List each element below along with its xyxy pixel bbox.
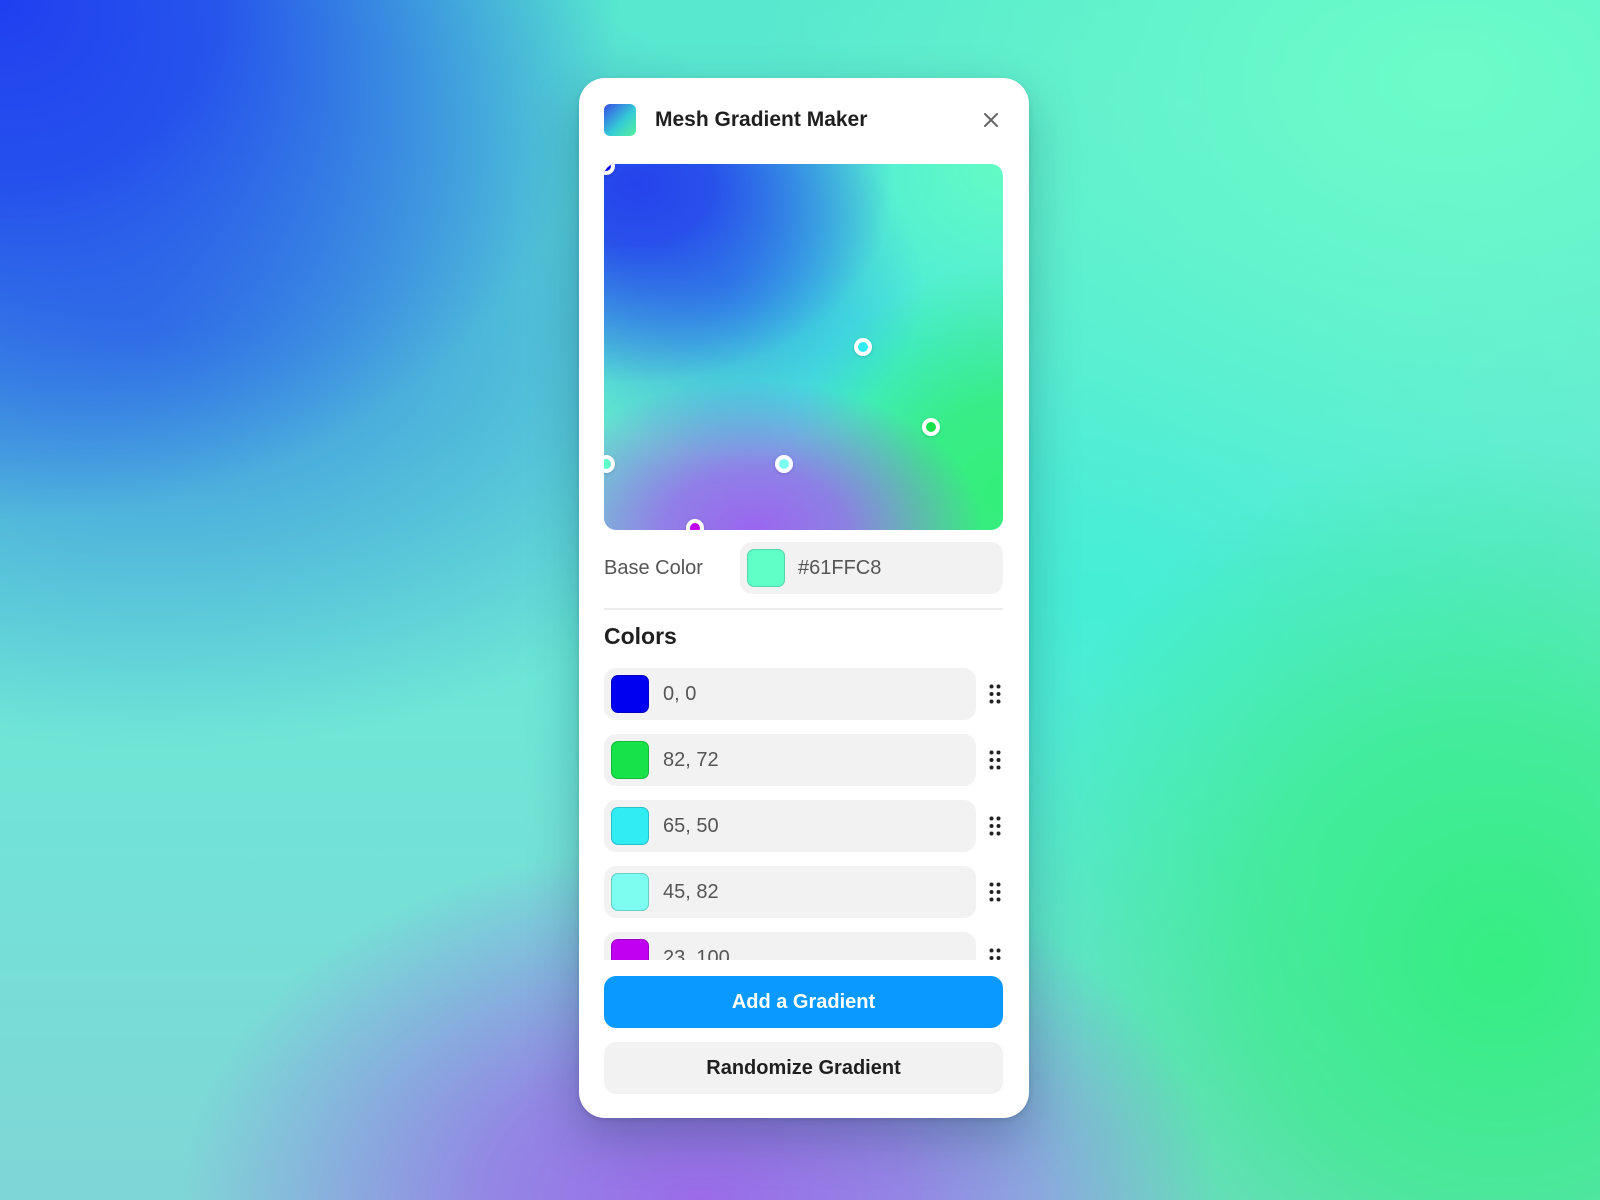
color-swatch[interactable] [611,807,649,845]
color-field[interactable]: 45, 82 [604,866,976,918]
gradient-app-icon [604,104,636,136]
color-field[interactable]: 23, 100 [604,932,976,960]
app-title: Mesh Gradient Maker [655,108,868,131]
color-row: 65, 50 [604,800,1004,852]
color-coordinates: 82, 72 [663,749,719,771]
base-color-hex: #61FFC8 [798,557,882,579]
color-coordinates: 0, 0 [663,683,697,705]
base-color-field[interactable]: #61FFC8 [740,542,1003,594]
colors-section-title: Colors [604,623,677,649]
drag-handle-icon[interactable] [989,816,1001,836]
gradient-canvas[interactable] [604,164,1003,530]
color-row: 45, 82 [604,866,1004,918]
color-point-handle[interactable] [604,164,615,175]
color-coordinates: 65, 50 [663,815,719,837]
base-color-row: Base Color #61FFC8 [604,542,1003,594]
colors-list[interactable]: 0, 0 82, 72 65, 50 45, 82 23, 100 [604,668,1004,960]
add-gradient-button[interactable]: Add a Gradient [604,976,1003,1028]
base-color-label: Base Color [604,557,703,579]
color-swatch[interactable] [611,939,649,960]
color-coordinates: 23, 100 [663,947,730,960]
color-field[interactable]: 65, 50 [604,800,976,852]
gradient-maker-panel: Mesh Gradient Maker Base Color #61FFC8 C… [579,78,1029,1118]
drag-handle-icon[interactable] [989,750,1001,770]
base-color-swatch[interactable] [747,549,785,587]
color-point-handle[interactable] [604,455,615,473]
color-point-handle[interactable] [686,519,704,530]
color-row: 82, 72 [604,734,1004,786]
color-swatch[interactable] [611,741,649,779]
drag-handle-icon[interactable] [989,882,1001,902]
color-swatch[interactable] [611,873,649,911]
divider [604,608,1003,610]
color-row: 0, 0 [604,668,1004,720]
close-icon [984,113,998,127]
color-field[interactable]: 0, 0 [604,668,976,720]
color-point-handle[interactable] [922,418,940,436]
color-field[interactable]: 82, 72 [604,734,976,786]
color-coordinates: 45, 82 [663,881,719,903]
color-point-handle[interactable] [854,338,872,356]
panel-header: Mesh Gradient Maker [604,104,1004,138]
color-swatch[interactable] [611,675,649,713]
drag-handle-icon[interactable] [989,684,1001,704]
close-button[interactable] [978,107,1004,133]
drag-handle-icon[interactable] [989,948,1001,960]
randomize-gradient-button[interactable]: Randomize Gradient [604,1042,1003,1094]
color-row: 23, 100 [604,932,1004,960]
color-point-handle[interactable] [775,455,793,473]
